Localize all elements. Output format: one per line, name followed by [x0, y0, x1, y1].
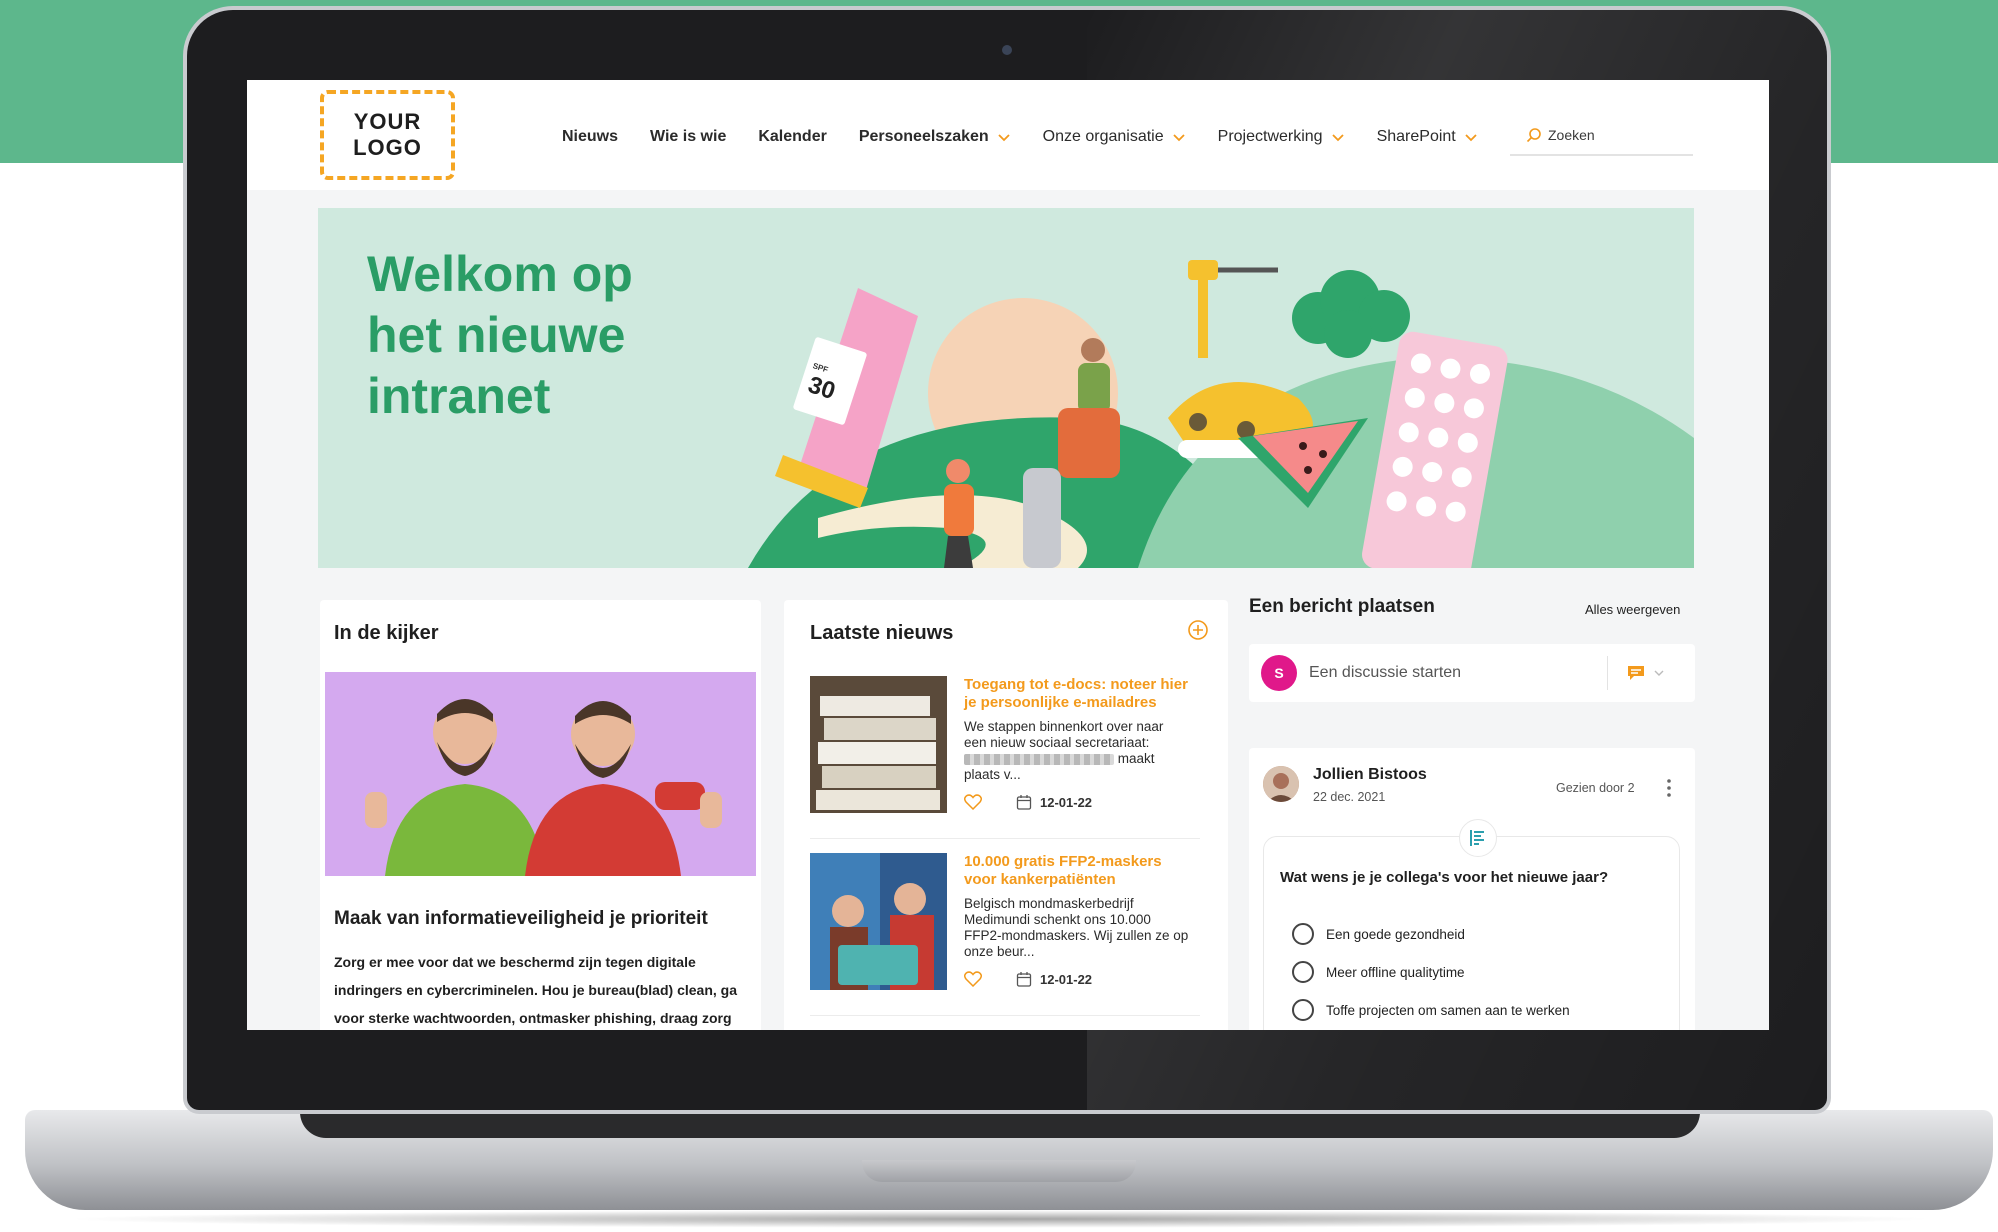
nav-label: Personeelszaken: [858, 128, 989, 145]
nav-item-personeelszaken[interactable]: Personeelszaken: [859, 128, 1011, 146]
seen-by-count[interactable]: Gezien door 2: [1556, 781, 1635, 795]
more-options-icon[interactable]: [1662, 776, 1676, 800]
site-logo[interactable]: YOUR LOGO: [320, 90, 455, 180]
nav-label: Projectwerking: [1217, 128, 1323, 145]
news-date-text: 12-01-22: [1040, 971, 1093, 987]
tree-illustration: [1292, 270, 1410, 358]
poll-option-label: Een goede gezondheid: [1326, 926, 1465, 942]
chevron-down-icon: [1173, 134, 1185, 142]
laatste-nieuws-card: Laatste nieuws Toegang tot e-docs: notee…: [784, 600, 1228, 1030]
show-all-link[interactable]: Alles weergeven: [1585, 602, 1680, 617]
nav-label: Kalender: [758, 128, 827, 145]
intranet-screen: YOUR LOGO Nieuws Wie is wie Kalender Per…: [247, 80, 1769, 1030]
discussion-input[interactable]: [1309, 664, 1609, 682]
user-avatar: S: [1261, 655, 1297, 691]
poll-post-card: Jollien Bistoos 22 dec. 2021 Gezien door…: [1249, 748, 1695, 1030]
nav-label: SharePoint: [1376, 128, 1456, 145]
laptop-hinge: [300, 1112, 1700, 1138]
news-date-text: 12-01-22: [1040, 794, 1093, 810]
nav-item-wie-is-wie[interactable]: Wie is wie: [650, 128, 726, 146]
calendar-icon: [1016, 972, 1032, 987]
chevron-down-icon: [1465, 134, 1477, 142]
pasta-bowl-icon: [1168, 260, 1313, 458]
radio-button[interactable]: [1292, 923, 1314, 945]
chevron-down-icon: [998, 134, 1010, 142]
radio-button[interactable]: [1292, 961, 1314, 983]
search-input[interactable]: [1548, 127, 1688, 143]
news-item: 10.000 gratis FFP2-maskers voor kankerpa…: [810, 853, 1200, 993]
start-discussion-box[interactable]: S: [1249, 644, 1695, 702]
chevron-down-icon: [1331, 134, 1344, 142]
heart-like-icon[interactable]: [964, 794, 982, 810]
search-icon: [1526, 128, 1541, 143]
chevron-down-icon: [1654, 670, 1664, 676]
news-headline[interactable]: Toegang tot e-docs: noteer hier je perso…: [964, 676, 1194, 712]
chat-bubble-icon: [1628, 666, 1644, 680]
news-divider: [810, 838, 1200, 839]
poll-option[interactable]: Een goede gezondheid: [1292, 923, 1465, 945]
search-box[interactable]: [1510, 116, 1693, 156]
logo-text-line1: YOUR: [353, 109, 422, 134]
poll-option-label: Toffe projecten om samen aan te werken: [1326, 1002, 1570, 1018]
poll-option[interactable]: Meer offline qualitytime: [1292, 961, 1465, 983]
news-excerpt-start: We stappen binnenkort over naar een nieu…: [964, 719, 1164, 750]
paper-stack-image: [810, 676, 947, 813]
redacted-text: [964, 753, 1114, 765]
author-name[interactable]: Jollien Bistoos: [1313, 766, 1427, 784]
poll-question: Wat wens je je collega's voor het nieuwe…: [1280, 869, 1609, 886]
main-nav: Nieuws Wie is wie Kalender Personeelszak…: [562, 128, 1478, 146]
laptop-notch: [862, 1160, 1136, 1182]
nav-item-sharepoint[interactable]: SharePoint: [1377, 128, 1478, 146]
poll-bars-icon: [1470, 830, 1484, 846]
discussion-divider: [1607, 656, 1608, 690]
news-thumbnail-masks[interactable]: [810, 853, 947, 990]
news-item: Toegang tot e-docs: noteer hier je perso…: [810, 676, 1200, 816]
two-men-thumbs-illustration: [365, 699, 722, 876]
news-meta: 12-01-22: [964, 794, 1092, 810]
news-thumbnail-documents[interactable]: [810, 676, 947, 813]
post-type-dropdown[interactable]: [1626, 664, 1664, 682]
author-avatar[interactable]: [1263, 766, 1299, 802]
nav-label: Wie is wie: [650, 128, 727, 145]
nav-item-projectwerking[interactable]: Projectwerking: [1218, 128, 1345, 146]
news-date: 12-01-22: [1016, 971, 1092, 987]
post-date: 22 dec. 2021: [1313, 790, 1386, 804]
laatste-nieuws-title: Laatste nieuws: [810, 622, 954, 644]
in-de-kijker-title: In de kijker: [334, 622, 439, 644]
radio-button[interactable]: [1292, 999, 1314, 1021]
nav-item-kalender[interactable]: Kalender: [758, 128, 826, 146]
logo-text-line2: LOGO: [353, 135, 422, 160]
poll-option[interactable]: Toffe projecten om samen aan te werken: [1292, 999, 1570, 1021]
news-divider: [810, 1015, 1200, 1016]
post-section-title: Een bericht plaatsen: [1249, 596, 1435, 617]
poll-box: Wat wens je je collega's voor het nieuwe…: [1263, 819, 1680, 1030]
webcam-icon: [1002, 45, 1012, 55]
heart-like-icon[interactable]: [964, 971, 982, 987]
add-news-plus-icon[interactable]: [1186, 618, 1210, 642]
calendar-icon: [1016, 795, 1032, 810]
nav-label: Onze organisatie: [1042, 128, 1164, 145]
news-date: 12-01-22: [1016, 794, 1092, 810]
masks-donation-image: [810, 853, 947, 990]
laptop-shadow: [60, 1210, 1940, 1228]
top-navigation-bar: YOUR LOGO Nieuws Wie is wie Kalender Per…: [247, 80, 1769, 190]
nav-item-nieuws[interactable]: Nieuws: [562, 128, 618, 146]
in-de-kijker-image[interactable]: [325, 672, 756, 876]
nav-item-onze-organisatie[interactable]: Onze organisatie: [1043, 128, 1186, 146]
nav-label: Nieuws: [562, 128, 619, 145]
in-de-kijker-headline[interactable]: Maak van informatieveiligheid je priorit…: [334, 908, 754, 930]
news-excerpt: We stappen binnenkort over naar een nieu…: [964, 719, 1189, 783]
hero-banner: Welkom op het nieuwe intranet SPF 30: [318, 208, 1694, 568]
in-de-kijker-body: Zorg er mee voor dat we beschermd zijn t…: [334, 954, 737, 1026]
in-de-kijker-card: In de kijker Maak van informatieveilighe…: [320, 600, 761, 1030]
news-headline[interactable]: 10.000 gratis FFP2-maskers voor kankerpa…: [964, 853, 1194, 889]
poll-option-label: Meer offline qualitytime: [1326, 964, 1465, 980]
author-photo: [1263, 766, 1299, 802]
poll-icon: [1459, 819, 1497, 857]
news-excerpt: Belgisch mondmaskerbedrijf Medimundi sch…: [964, 896, 1189, 959]
hero-illustration: SPF 30: [748, 260, 1694, 568]
news-meta: 12-01-22: [964, 971, 1092, 987]
